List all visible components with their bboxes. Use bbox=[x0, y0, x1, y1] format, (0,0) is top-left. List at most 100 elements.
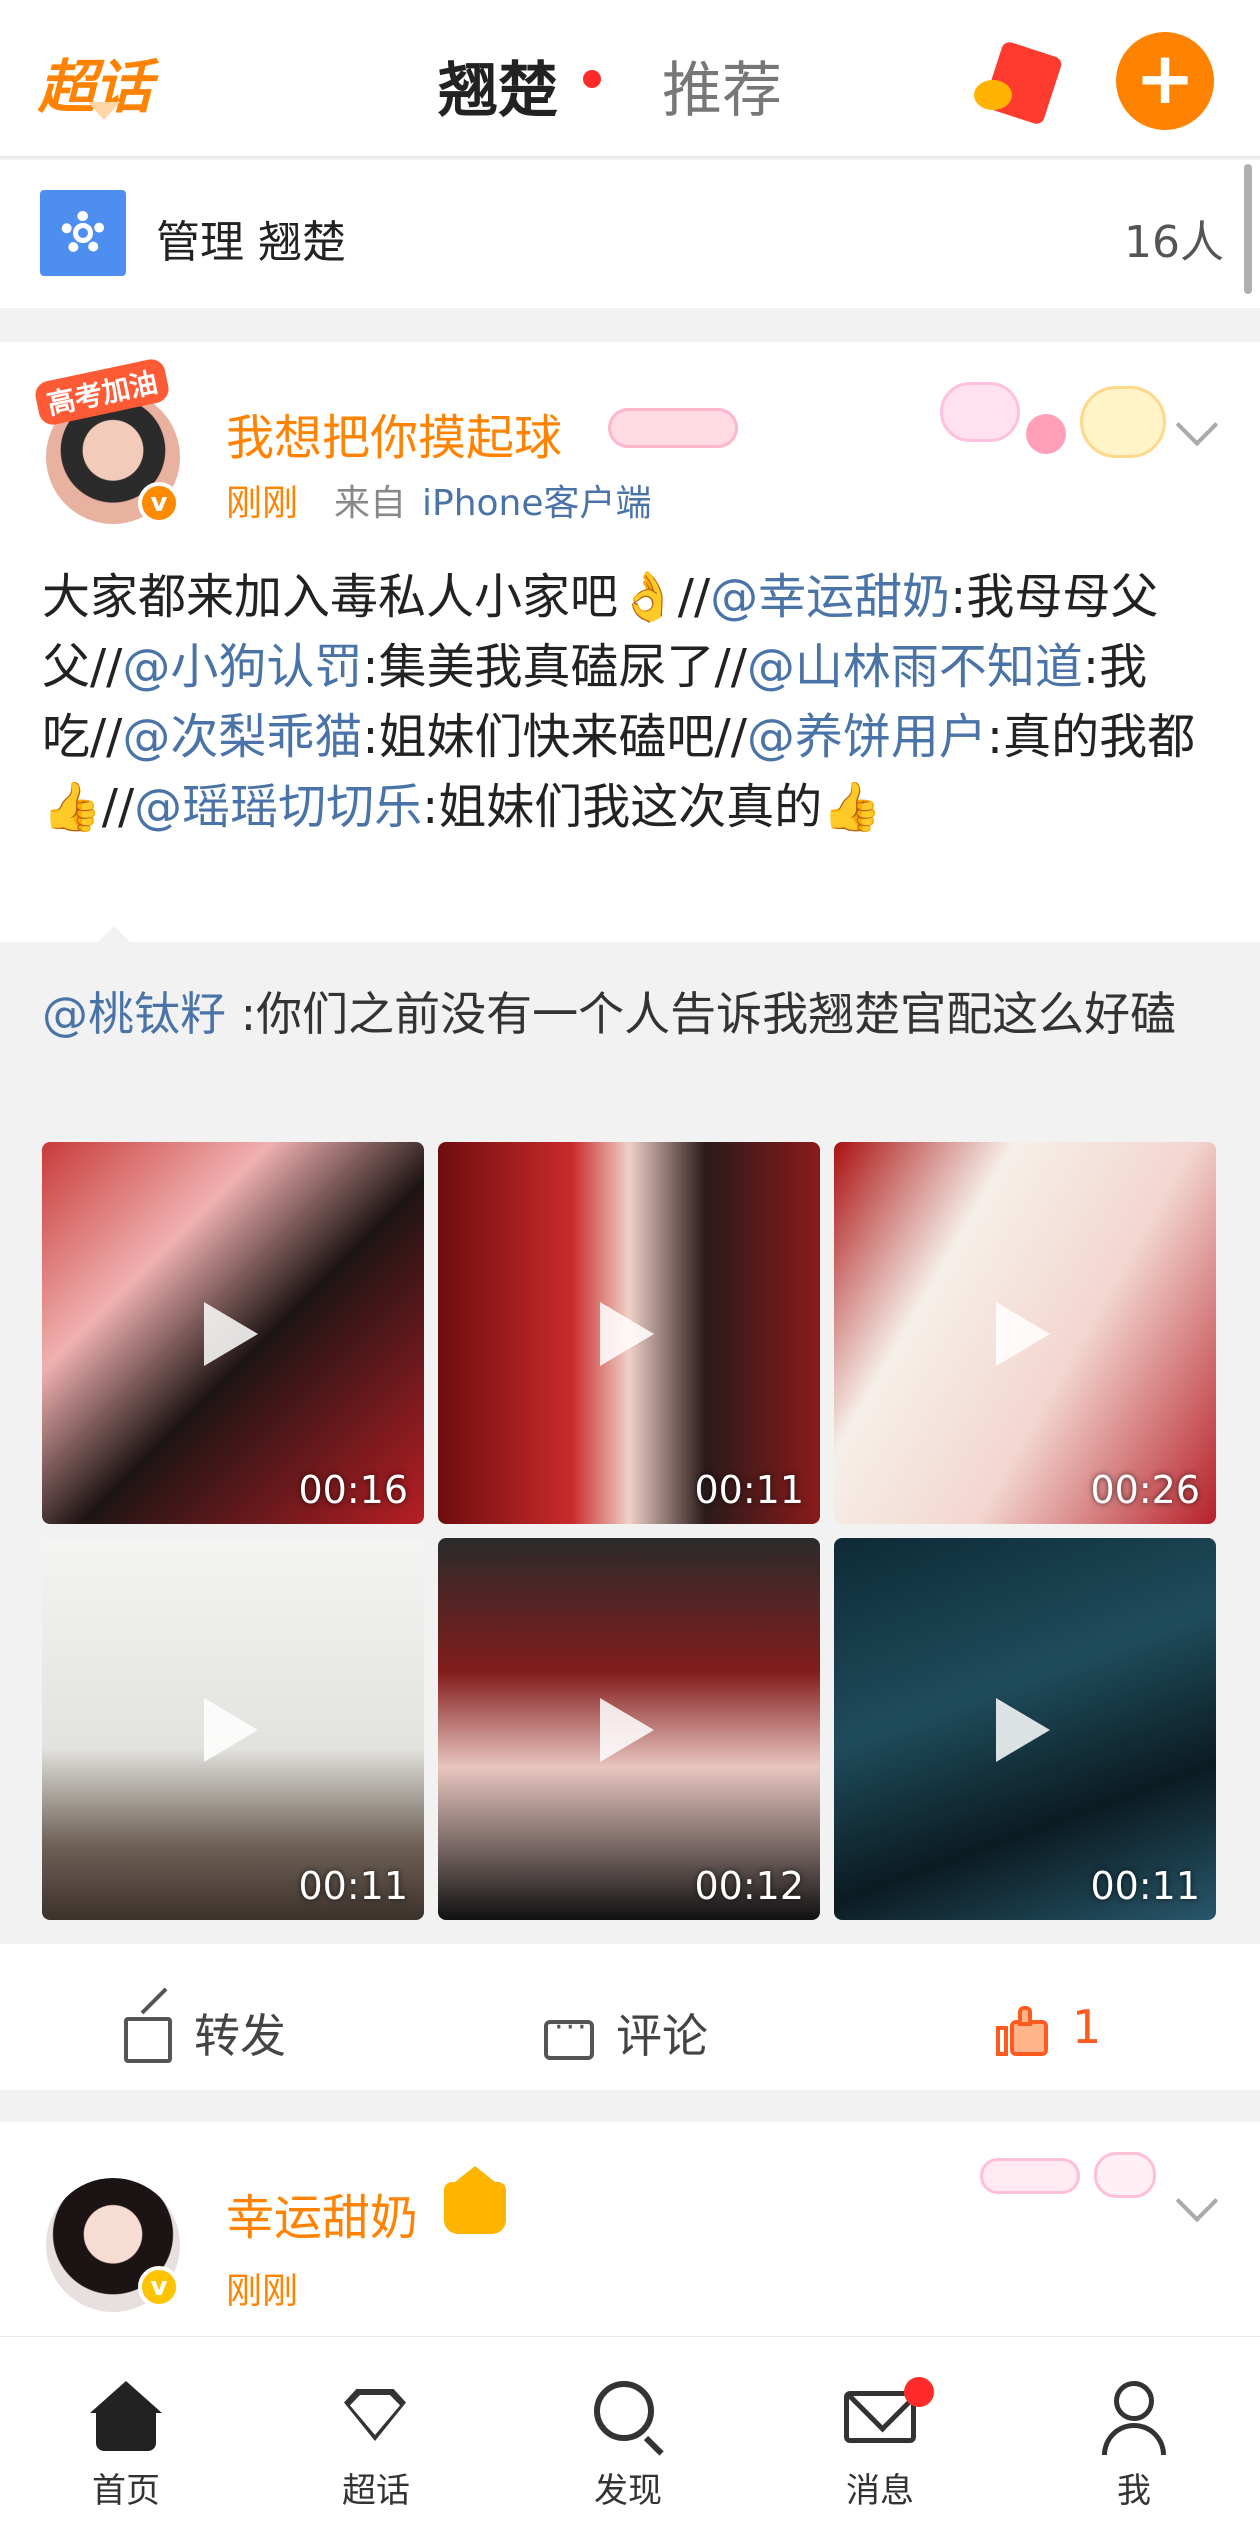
mention-link[interactable]: @山林雨不知道 bbox=[747, 639, 1083, 695]
tab-recommend[interactable]: 推荐 bbox=[662, 42, 782, 129]
member-count: 16人 bbox=[1124, 217, 1224, 268]
bottom-nav: 首页 超话 发现 消息 我 bbox=[0, 2336, 1260, 2526]
nav-label: 超话 bbox=[342, 2471, 410, 2511]
repost-body: :你们之前没有一个人告诉我翘楚官配这么好磕 bbox=[226, 987, 1177, 1041]
nav-label: 发现 bbox=[594, 2471, 662, 2511]
red-packet-icon[interactable] bbox=[972, 40, 1064, 126]
home-roof bbox=[90, 2381, 162, 2413]
comment-icon bbox=[544, 2010, 594, 2060]
profile-icon bbox=[1096, 2377, 1172, 2455]
red-packet-coin bbox=[974, 80, 1012, 110]
home-icon bbox=[88, 2377, 164, 2453]
post-text-segment: :姐妹们我这次真的👍 bbox=[422, 779, 883, 835]
play-icon bbox=[996, 1698, 1050, 1762]
mention-link[interactable]: @瑶瑶切切乐 bbox=[134, 779, 422, 835]
post-source[interactable]: iPhone客户端 bbox=[422, 474, 652, 526]
verified-badge-icon: v bbox=[138, 2266, 180, 2308]
mention-link[interactable]: @养饼用户 bbox=[747, 709, 987, 765]
gear-center bbox=[73, 223, 93, 243]
repost-text: @桃钛籽 :你们之前没有一个人告诉我翘楚官配这么好磕 bbox=[42, 980, 1222, 1048]
thumb-cuff bbox=[996, 2025, 1008, 2056]
video-duration: 00:11 bbox=[694, 1468, 804, 1512]
mention-link[interactable]: @小狗认罚 bbox=[122, 639, 362, 695]
verified-badge-icon: v bbox=[138, 482, 180, 524]
logo-tail bbox=[88, 102, 120, 120]
like-button[interactable]: 1 bbox=[996, 2000, 1101, 2056]
play-icon bbox=[204, 1698, 258, 1762]
post-actions: 转发 评论 1 bbox=[0, 1974, 1260, 2074]
nav-label: 我 bbox=[1117, 2471, 1151, 2511]
thumbs-up-icon bbox=[996, 2005, 1050, 2056]
like-count: 1 bbox=[1072, 2000, 1102, 2054]
manage-bar[interactable]: 管理 翘楚 16人 bbox=[0, 160, 1260, 308]
sticker-part bbox=[980, 2158, 1080, 2194]
video-duration: 00:26 bbox=[1090, 1468, 1200, 1512]
scrollbar[interactable] bbox=[1244, 164, 1252, 294]
chevron-down-icon[interactable] bbox=[1175, 403, 1219, 447]
tab-notification-dot bbox=[583, 70, 601, 88]
post-time: 刚刚 bbox=[226, 483, 299, 524]
tab-qiaochu[interactable]: 翘楚 bbox=[438, 42, 558, 137]
post-text-segment: 大家都来加入毒私人小家吧👌// bbox=[42, 569, 711, 625]
chaohua-logo[interactable]: 超话 bbox=[38, 40, 166, 124]
profile-shoulders bbox=[1102, 2423, 1166, 2455]
repost-label: 转发 bbox=[194, 2009, 286, 2063]
settings-gear-icon bbox=[40, 190, 126, 276]
post-text-segment: :姐妹们快来磕吧// bbox=[362, 709, 747, 765]
post-card: 高考加油 v 我想把你摸起球 刚刚 来自 iPhone客户端 大家都来加入毒私人… bbox=[0, 342, 1260, 2090]
video-thumbnail[interactable]: 00:11 bbox=[834, 1538, 1216, 1920]
sticker-part bbox=[940, 382, 1020, 442]
username-decoration-badge bbox=[608, 408, 738, 448]
comment-button[interactable]: 评论 bbox=[544, 2000, 708, 2066]
add-post-button[interactable]: + bbox=[1116, 32, 1214, 130]
nav-discover[interactable]: 发现 bbox=[558, 2377, 698, 2512]
post-time: 刚刚 bbox=[226, 2271, 299, 2312]
post-text-segment: :集美我真磕尿了// bbox=[362, 639, 747, 695]
top-bar: 超话 翘楚 推荐 + bbox=[0, 0, 1260, 158]
play-icon bbox=[600, 1302, 654, 1366]
mention-link[interactable]: @次梨乖猫 bbox=[122, 709, 362, 765]
video-thumbnail[interactable]: 00:12 bbox=[438, 1538, 820, 1920]
post-username[interactable]: 幸运甜奶 bbox=[226, 2178, 418, 2248]
tab-qiaochu-label: 翘楚 bbox=[438, 56, 558, 126]
post-username[interactable]: 我想把你摸起球 bbox=[226, 398, 562, 468]
repost-block[interactable]: @桃钛籽 :你们之前没有一个人告诉我翘楚官配这么好磕 00:16 00:11 0… bbox=[0, 942, 1260, 1944]
diamond-icon bbox=[338, 2377, 414, 2453]
crown-badge-icon bbox=[444, 2166, 506, 2234]
video-duration: 00:11 bbox=[1090, 1864, 1200, 1908]
mention-link[interactable]: @幸运甜奶 bbox=[710, 569, 950, 625]
search-lens bbox=[594, 2381, 654, 2441]
video-duration: 00:12 bbox=[694, 1864, 804, 1908]
video-thumbnail[interactable]: 00:26 bbox=[834, 1142, 1216, 1524]
profile-head bbox=[1114, 2381, 1154, 2421]
card-decoration-sticker bbox=[980, 2152, 1160, 2212]
video-thumbnail[interactable]: 00:11 bbox=[438, 1142, 820, 1524]
share-icon bbox=[124, 2016, 172, 2063]
search-handle bbox=[643, 2435, 664, 2456]
card-decoration-sticker bbox=[940, 362, 1170, 472]
play-icon bbox=[996, 1302, 1050, 1366]
thumb-tip bbox=[1018, 2005, 1032, 2026]
sticker-part bbox=[1080, 386, 1166, 458]
tab-recommend-label: 推荐 bbox=[662, 56, 782, 126]
chevron-down-icon[interactable] bbox=[1175, 2179, 1219, 2223]
repost-mention[interactable]: @桃钛籽 bbox=[42, 987, 226, 1041]
nav-home[interactable]: 首页 bbox=[56, 2377, 196, 2512]
video-thumbnail[interactable]: 00:16 bbox=[42, 1142, 424, 1524]
manage-label: 管理 翘楚 bbox=[156, 217, 346, 268]
comment-label: 评论 bbox=[616, 2009, 708, 2063]
message-notification-dot bbox=[904, 2377, 934, 2407]
nav-label: 首页 bbox=[92, 2471, 160, 2511]
sticker-part bbox=[1094, 2152, 1156, 2198]
video-thumbnail[interactable]: 00:11 bbox=[42, 1538, 424, 1920]
repost-button[interactable]: 转发 bbox=[124, 2000, 286, 2066]
nav-label: 消息 bbox=[846, 2471, 914, 2511]
mail-icon bbox=[842, 2377, 934, 2453]
nav-chaohua[interactable]: 超话 bbox=[306, 2377, 446, 2512]
post-source-prefix: 来自 bbox=[334, 483, 407, 524]
play-icon bbox=[600, 1698, 654, 1762]
sticker-part bbox=[1026, 414, 1066, 454]
nav-me[interactable]: 我 bbox=[1064, 2377, 1204, 2512]
nav-messages[interactable]: 消息 bbox=[810, 2377, 950, 2512]
video-duration: 00:11 bbox=[298, 1864, 408, 1908]
